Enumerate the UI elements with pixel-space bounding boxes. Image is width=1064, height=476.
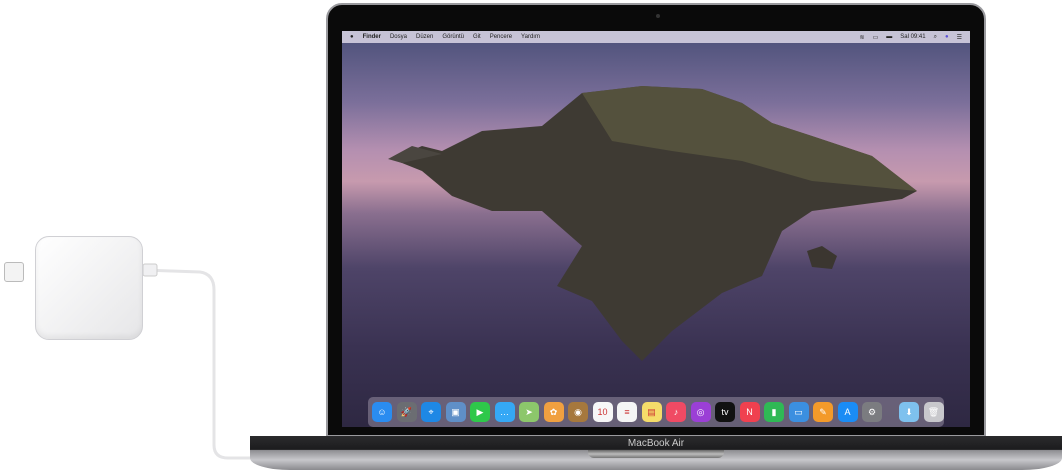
trash-icon[interactable]: 🗑 — [923, 402, 944, 422]
menu-bar: ● Finder Dosya Düzen Görüntü Git Pencere… — [342, 31, 970, 43]
news-icon[interactable]: N — [739, 402, 760, 422]
menu-pencere[interactable]: Pencere — [490, 34, 512, 40]
keynote-icon[interactable]: ▭ — [788, 402, 809, 422]
model-label: MacBook Air — [627, 438, 685, 449]
music-icon[interactable]: ♪ — [666, 402, 686, 422]
preview-icon[interactable]: ▣ — [445, 402, 466, 422]
tv-icon[interactable]: tv — [715, 402, 735, 422]
plug-prong — [4, 262, 24, 282]
facetime-icon[interactable]: ▶ — [470, 402, 490, 422]
laptop-lid: ● Finder Dosya Düzen Görüntü Git Pencere… — [326, 3, 986, 437]
clock[interactable]: Sal 09:41 — [900, 34, 925, 40]
downloads-icon[interactable]: ⬇ — [899, 402, 919, 422]
messages-icon[interactable]: … — [494, 402, 515, 422]
laptop-base: MacBook Air — [250, 436, 1062, 470]
launchpad-icon[interactable]: 🚀 — [396, 402, 417, 422]
reminders-icon[interactable]: ≡ — [617, 402, 637, 422]
camera — [656, 14, 660, 18]
notes-icon[interactable]: ▤ — [641, 402, 662, 422]
finder-icon[interactable]: ☺ — [372, 402, 392, 422]
menu-yardim[interactable]: Yardım — [521, 34, 540, 40]
airplay-icon[interactable]: ▭ — [873, 34, 879, 41]
podcasts-icon[interactable]: ◎ — [690, 402, 711, 422]
wifi-icon[interactable]: ≋ — [860, 34, 865, 41]
power-adapter — [35, 236, 143, 340]
calendar-icon[interactable]: 10 — [592, 402, 613, 422]
system-preferences-icon[interactable]: ⚙ — [862, 402, 882, 422]
menu-git[interactable]: Git — [473, 34, 481, 40]
safari-icon[interactable]: ⌖ — [421, 402, 441, 422]
search-icon[interactable]: ⌕ — [934, 34, 937, 41]
app-store-icon[interactable]: A — [837, 402, 858, 422]
contacts-icon[interactable]: ◉ — [568, 402, 588, 422]
screen: ● Finder Dosya Düzen Görüntü Git Pencere… — [342, 31, 970, 427]
siri-icon[interactable]: ● — [945, 34, 949, 40]
photos-icon[interactable]: ✿ — [543, 402, 564, 422]
lid-notch — [588, 450, 724, 458]
menu-finder[interactable]: Finder — [363, 34, 381, 40]
menu-dosya[interactable]: Dosya — [390, 34, 407, 40]
menu-duzen[interactable]: Düzen — [416, 34, 433, 40]
numbers-icon[interactable]: ▮ — [764, 402, 784, 422]
dock: ☺ 🚀 ⌖ ▣ ▶… ➤ ✿ ◉ 10 ≡ ▤ ♪ ◎ tv N ▮ ▭ ✎ A ⚙ ⬇ 🗑 — [368, 397, 944, 427]
apple-menu-icon[interactable]: ● — [350, 34, 354, 40]
notification-center-icon[interactable]: ☰ — [957, 34, 962, 41]
wallpaper-island — [388, 86, 917, 361]
menu-goruntu[interactable]: Görüntü — [442, 34, 464, 40]
maps-icon[interactable]: ➤ — [519, 402, 539, 422]
pages-icon[interactable]: ✎ — [813, 402, 833, 422]
battery-icon[interactable]: ▬ — [886, 34, 892, 40]
